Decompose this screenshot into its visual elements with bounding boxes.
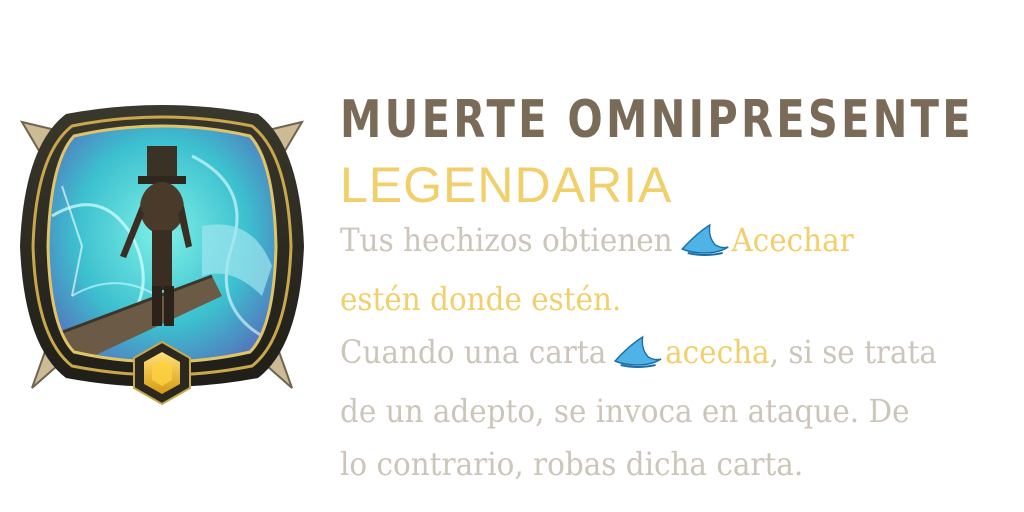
description-line-4: de un adepto, se invoca en ataque. De xyxy=(340,392,910,430)
card-title: MUERTE OMNIPRESENTE xyxy=(340,90,974,150)
keyword-acecha: acecha xyxy=(665,333,770,371)
card-art-frame xyxy=(12,96,312,408)
card-detail-panel: MUERTE OMNIPRESENTE LEGENDARIA Tus hechi… xyxy=(0,0,1024,512)
card-text-column: MUERTE OMNIPRESENTE LEGENDARIA Tus hechi… xyxy=(340,84,1016,491)
card-art-frame-icon xyxy=(19,105,305,406)
description-line-3: Cuando una carta acecha, si se trata xyxy=(340,326,962,385)
description-text: , si se trata xyxy=(769,333,937,371)
description-text: Tus hechizos obtienen xyxy=(340,221,673,259)
description-line-2: estén donde estén. xyxy=(340,280,622,318)
description-line-5: lo contrario, robas dicha carta. xyxy=(340,445,804,483)
lurk-fin-icon xyxy=(612,332,664,385)
description-line-1: Tus hechizos obtienen Acechar xyxy=(340,214,962,273)
lurk-fin-icon xyxy=(678,220,730,273)
keyword-acechar: Acechar xyxy=(731,221,854,259)
description-text: Cuando una carta xyxy=(340,333,607,371)
card-rarity: LEGENDARIA xyxy=(340,157,673,213)
